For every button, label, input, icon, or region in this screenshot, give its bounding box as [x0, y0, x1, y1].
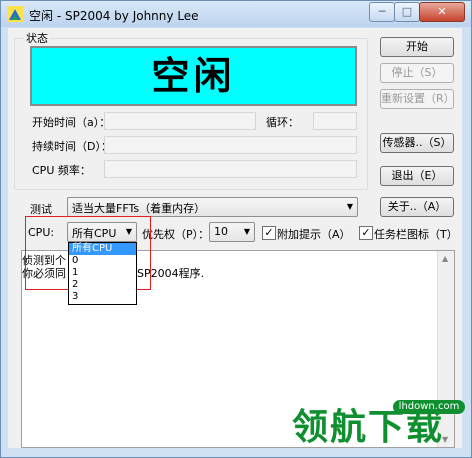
title-bar[interactable]: 空闲 - SP2004 by Johnny Lee ─ □ ✕: [1, 1, 471, 27]
cpu-option[interactable]: 2: [69, 279, 136, 291]
loop-field: [313, 112, 357, 130]
chevron-down-icon: ▼: [346, 202, 353, 211]
cpu-dropdown-list[interactable]: 所有CPU 0 1 2 3: [68, 242, 137, 305]
cpu-freq-field: [104, 160, 357, 178]
priority-select-value: 10: [214, 225, 228, 238]
reset-button[interactable]: 重新设置（R）: [380, 89, 455, 109]
sensors-button[interactable]: 传感器..（S）: [380, 133, 454, 153]
about-button[interactable]: 关于..（A）: [380, 197, 454, 217]
start-time-field: [104, 112, 256, 130]
scroll-up-icon[interactable]: ▲: [442, 254, 448, 263]
extra-hint-label: 附加提示（A）: [277, 228, 351, 241]
exit-button[interactable]: 退出（E）: [380, 166, 454, 186]
maximize-button[interactable]: □: [394, 2, 420, 22]
stop-button[interactable]: 停止（S）: [380, 63, 454, 83]
chevron-down-icon: ▼: [243, 227, 250, 236]
window-title: 空闲 - SP2004 by Johnny Lee: [29, 9, 199, 23]
taskbar-icon-checkbox[interactable]: ✓: [359, 226, 373, 240]
start-time-label: 开始时间（a）：: [32, 116, 111, 129]
priority-label: 优先权（P）：: [142, 228, 210, 241]
watermark-url: lhdown.com: [393, 400, 465, 414]
extra-hint-checkbox[interactable]: ✓: [262, 226, 276, 240]
duration-label: 持续时间（D）：: [32, 140, 112, 153]
cpu-option[interactable]: 所有CPU: [69, 243, 136, 255]
start-button[interactable]: 开始: [380, 37, 454, 57]
close-button[interactable]: ✕: [419, 2, 465, 22]
taskbar-icon-label: 任务栏图标（T）: [374, 228, 458, 241]
app-icon: [7, 6, 23, 22]
status-group-title: 状态: [24, 30, 50, 46]
cpu-option[interactable]: 3: [69, 291, 136, 303]
cpu-freq-label: CPU 频率：: [32, 164, 91, 177]
status-display: 空闲: [30, 46, 357, 106]
cpu-option[interactable]: 0: [69, 255, 136, 267]
minimize-button[interactable]: ─: [369, 2, 395, 22]
loop-label: 循环：: [266, 116, 299, 129]
priority-select[interactable]: 10 ▼: [209, 222, 255, 242]
duration-field: [104, 136, 357, 154]
test-label: 测试: [30, 203, 52, 216]
cpu-option[interactable]: 1: [69, 267, 136, 279]
test-select[interactable]: 适当大量FFTs（着重内存） ▼: [67, 197, 358, 217]
test-select-value: 适当大量FFTs（着重内存）: [72, 202, 206, 215]
